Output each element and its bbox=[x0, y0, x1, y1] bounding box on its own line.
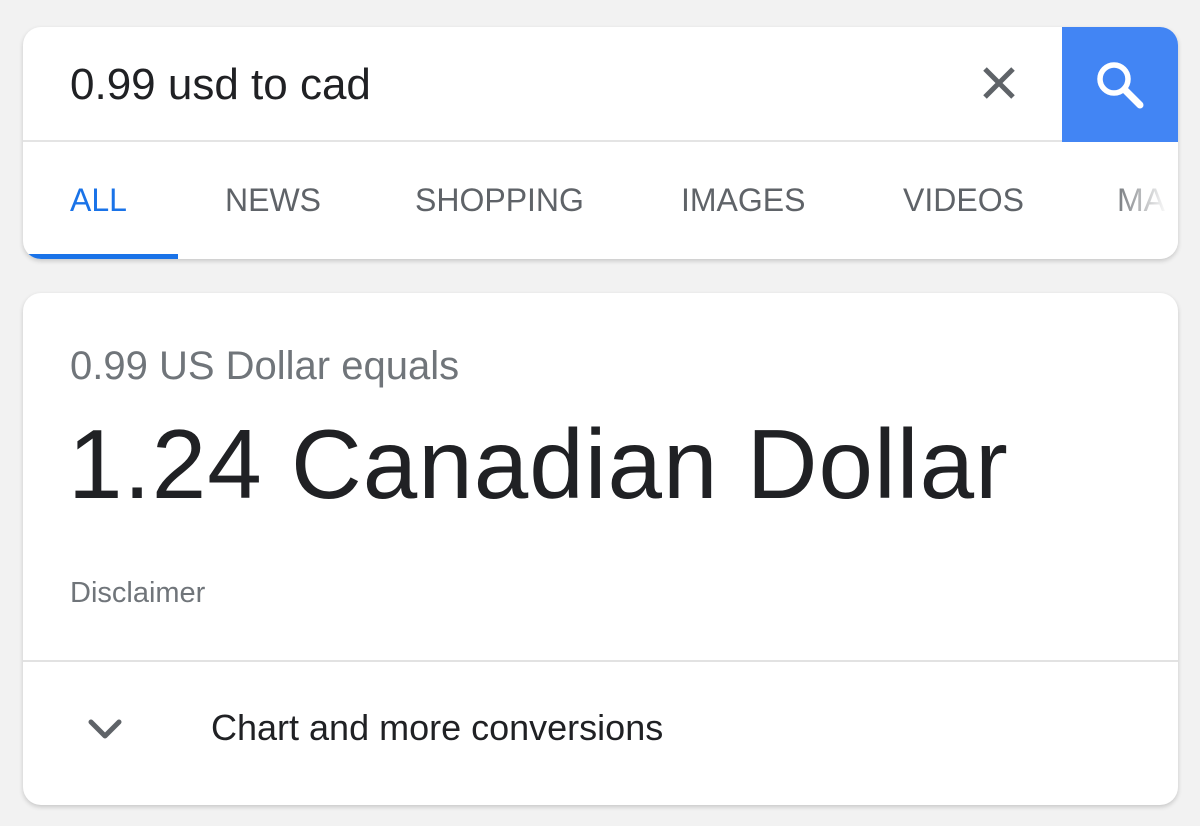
chart-and-more-conversions-button[interactable]: Chart and more conversions bbox=[23, 662, 1178, 805]
search-input[interactable]: 0.99 usd to cad bbox=[70, 58, 371, 112]
tab-news[interactable]: NEWS bbox=[225, 142, 321, 259]
tab-maps[interactable]: MA bbox=[1117, 142, 1165, 259]
search-bar: 0.99 usd to cad bbox=[23, 27, 1178, 142]
conversion-result: 1.24 Canadian Dollar bbox=[68, 409, 1009, 519]
tab-shopping[interactable]: SHOPPING bbox=[415, 142, 584, 259]
clear-button[interactable] bbox=[975, 59, 1023, 107]
active-tab-indicator bbox=[23, 254, 178, 259]
search-card: 0.99 usd to cad ALL NEWS SHOPPING IMAGES… bbox=[23, 27, 1178, 259]
search-icon bbox=[1097, 61, 1144, 108]
close-icon bbox=[983, 67, 1015, 99]
conversion-source: 0.99 US Dollar equals bbox=[70, 344, 460, 388]
tab-videos[interactable]: VIDEOS bbox=[903, 142, 1024, 259]
search-tabs: ALL NEWS SHOPPING IMAGES VIDEOS MA bbox=[23, 142, 1178, 259]
next-card-edge bbox=[0, 826, 1200, 833]
disclaimer-link[interactable]: Disclaimer bbox=[70, 576, 205, 610]
chevron-down-icon bbox=[85, 714, 125, 744]
currency-converter-card: 0.99 US Dollar equals 1.24 Canadian Doll… bbox=[23, 293, 1178, 805]
tab-images[interactable]: IMAGES bbox=[681, 142, 805, 259]
search-button[interactable] bbox=[1062, 27, 1178, 142]
expand-label: Chart and more conversions bbox=[211, 707, 664, 748]
tab-all[interactable]: ALL bbox=[70, 142, 127, 259]
